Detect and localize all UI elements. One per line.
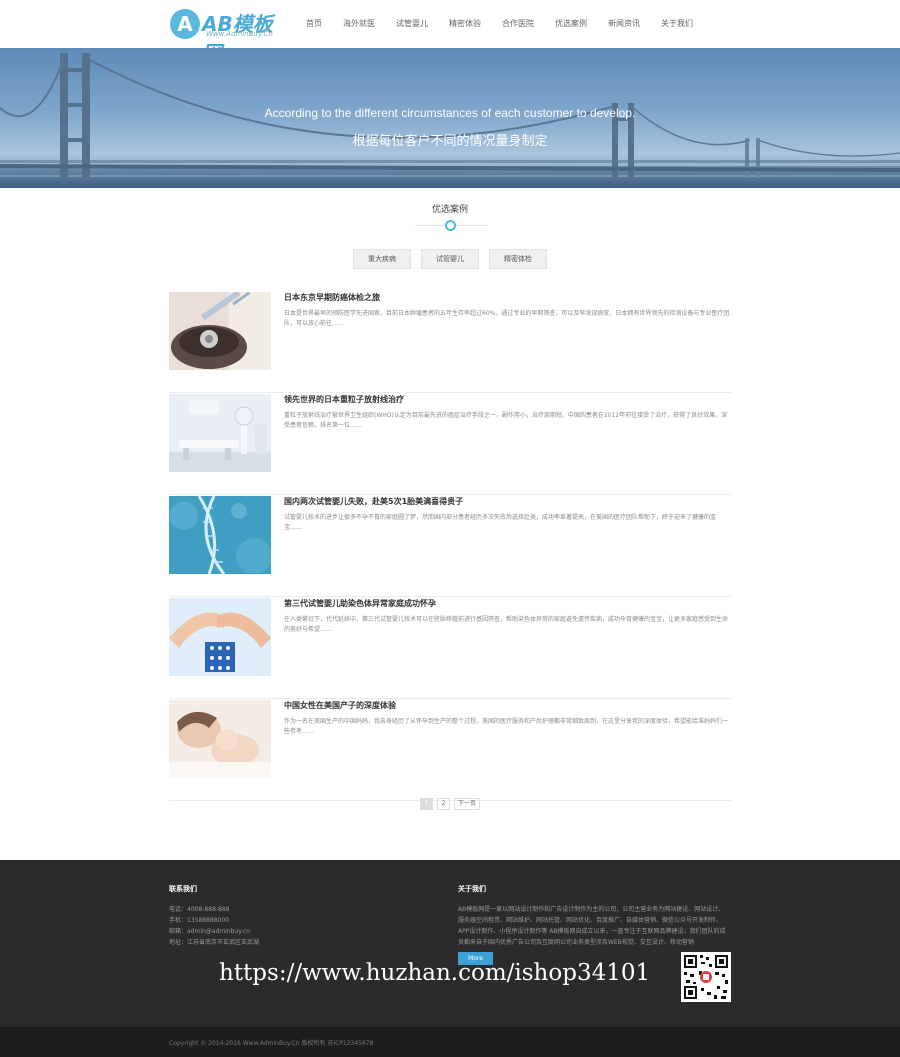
- article-thumbnail[interactable]: [169, 598, 271, 676]
- list-item[interactable]: 国内两次试管婴儿失败，赴美5次1胎美满喜得贵子 试管婴儿技术的进步让很多不孕不育…: [169, 495, 732, 597]
- article-summary: 重粒子放射线治疗被世界卫生组织(WHO)认定为目前最先进的癌症治疗手段之一，副作…: [284, 412, 728, 429]
- article-title[interactable]: 中国女性在美国产子的深度体验: [284, 700, 396, 711]
- main-nav: 首页 海外就医 试管婴儿 精密体验 合作医院 优选案例 新闻资讯 关于我们: [306, 0, 714, 48]
- nav-item-ivf[interactable]: 试管婴儿: [396, 0, 428, 48]
- filter-checkup[interactable]: 精密体检: [489, 249, 547, 269]
- logo-badge: A: [170, 9, 200, 39]
- pagination: 1 2 下一页: [0, 798, 900, 810]
- nav-item-hospitals[interactable]: 合作医院: [502, 0, 534, 48]
- article-title[interactable]: 国内两次试管婴儿失败，赴美5次1胎美满喜得贵子: [284, 496, 463, 507]
- footer-about-text: AB模板网是一家以网站设计制作和广告设计制作为主的公司，公司主营业务为网站建设、…: [458, 906, 726, 946]
- article-summary: 作为一名在美国生产的中国妈妈，我亲身经历了从怀孕到生产的整个过程，美国的医疗服务…: [284, 718, 729, 735]
- copyright-text: Copyright © 2014-2016 Www.AdminBuy.Cn 版权…: [169, 1040, 374, 1047]
- footer-contact-info: 电话：4008-888-888 手机：13588888000 邮箱：admin@…: [169, 904, 259, 948]
- next-page-button[interactable]: 下一页: [453, 798, 480, 810]
- nav-item-cases[interactable]: 优选案例: [555, 0, 587, 48]
- article-title[interactable]: 日本东京早期防癌体检之旅: [284, 292, 380, 303]
- list-item[interactable]: 日本东京早期防癌体检之旅 日本是世界最早的预防医学先进国家，目前日本肿瘤患者的五…: [169, 291, 732, 393]
- article-thumbnail[interactable]: [169, 496, 271, 574]
- site-footer: 联系我们 电话：4008-888-888 手机：13588888000 邮箱：a…: [0, 860, 900, 1027]
- banner-english-text: According to the different circumstances…: [264, 106, 636, 120]
- list-item[interactable]: 第三代试管婴儿助染色体异常家庭成功怀孕 在人类繁衍下，代代延续中，第三代试管婴儿…: [169, 597, 732, 699]
- watermark-url: https://www.huzhan.com/ishop34101: [219, 960, 651, 986]
- nav-item-about[interactable]: 关于我们: [661, 0, 693, 48]
- footer-phone: 电话：4008-888-888: [169, 906, 230, 913]
- site-logo[interactable]: A AB模板网 Www.AdminBuy.Cn: [170, 7, 285, 65]
- case-list: 日本东京早期防癌体检之旅 日本是世界最早的预防医学先进国家，目前日本肿瘤患者的五…: [169, 291, 732, 801]
- page-2-button[interactable]: 2: [436, 798, 450, 810]
- banner-chinese-text: 根据每位客户不同的情况量身制定: [352, 134, 548, 149]
- nav-item-home[interactable]: 首页: [306, 0, 322, 48]
- article-thumbnail[interactable]: [169, 292, 271, 370]
- filter-major-disease[interactable]: 重大疾病: [353, 249, 411, 269]
- filter-ivf[interactable]: 试管婴儿: [421, 249, 479, 269]
- list-item[interactable]: 领先世界的日本重粒子放射线治疗 重粒子放射线治疗被世界卫生组织(WHO)认定为目…: [169, 393, 732, 495]
- page-1-button[interactable]: 1: [419, 798, 433, 810]
- nav-item-news[interactable]: 新闻资讯: [608, 0, 640, 48]
- site-header: A AB模板网 Www.AdminBuy.Cn 首页 海外就医 试管婴儿 精密体…: [0, 0, 900, 65]
- article-thumbnail[interactable]: [169, 700, 271, 778]
- footer-address: 地址：江苏省南京市玄武区玄武湖: [169, 939, 260, 946]
- footer-about-title: 关于我们: [458, 885, 486, 893]
- category-filters: 重大疾病 试管婴儿 精密体检: [0, 249, 900, 269]
- copyright-bar: Copyright © 2014-2016 Www.AdminBuy.Cn 版权…: [0, 1027, 900, 1057]
- list-item[interactable]: 中国女性在美国产子的深度体验 作为一名在美国生产的中国妈妈，我亲身经历了从怀孕到…: [169, 699, 732, 801]
- article-title[interactable]: 领先世界的日本重粒子放射线治疗: [284, 394, 404, 405]
- hero-banner: According to the different circumstances…: [0, 48, 900, 188]
- article-thumbnail[interactable]: [169, 394, 271, 472]
- article-summary: 试管婴儿技术的进步让很多不孕不育的家庭圆了梦，然而国内部分患者经历多次失败后选择…: [284, 514, 717, 531]
- footer-email[interactable]: 邮箱：admin@adminbuy.cn: [169, 926, 259, 937]
- nav-item-overseas[interactable]: 海外就医: [343, 0, 375, 48]
- article-summary: 日本是世界最早的预防医学先进国家，目前日本肿瘤患者的五年生存率超过60%，通过专…: [284, 310, 730, 327]
- section-title: 优选案例: [431, 205, 468, 215]
- logo-subtitle: Www.AdminBuy.Cn: [206, 30, 273, 38]
- qr-code: [681, 952, 731, 1002]
- article-summary: 在人类繁衍下，代代延续中，第三代试管婴儿技术可以在胚胎移植前进行基因筛查，帮助染…: [284, 616, 729, 633]
- footer-mobile: 手机：13588888000: [169, 917, 229, 924]
- nav-item-checkup[interactable]: 精密体验: [449, 0, 481, 48]
- article-title[interactable]: 第三代试管婴儿助染色体异常家庭成功怀孕: [284, 598, 436, 609]
- footer-contact-title: 联系我们: [169, 885, 197, 893]
- section-circle-icon: [445, 220, 456, 231]
